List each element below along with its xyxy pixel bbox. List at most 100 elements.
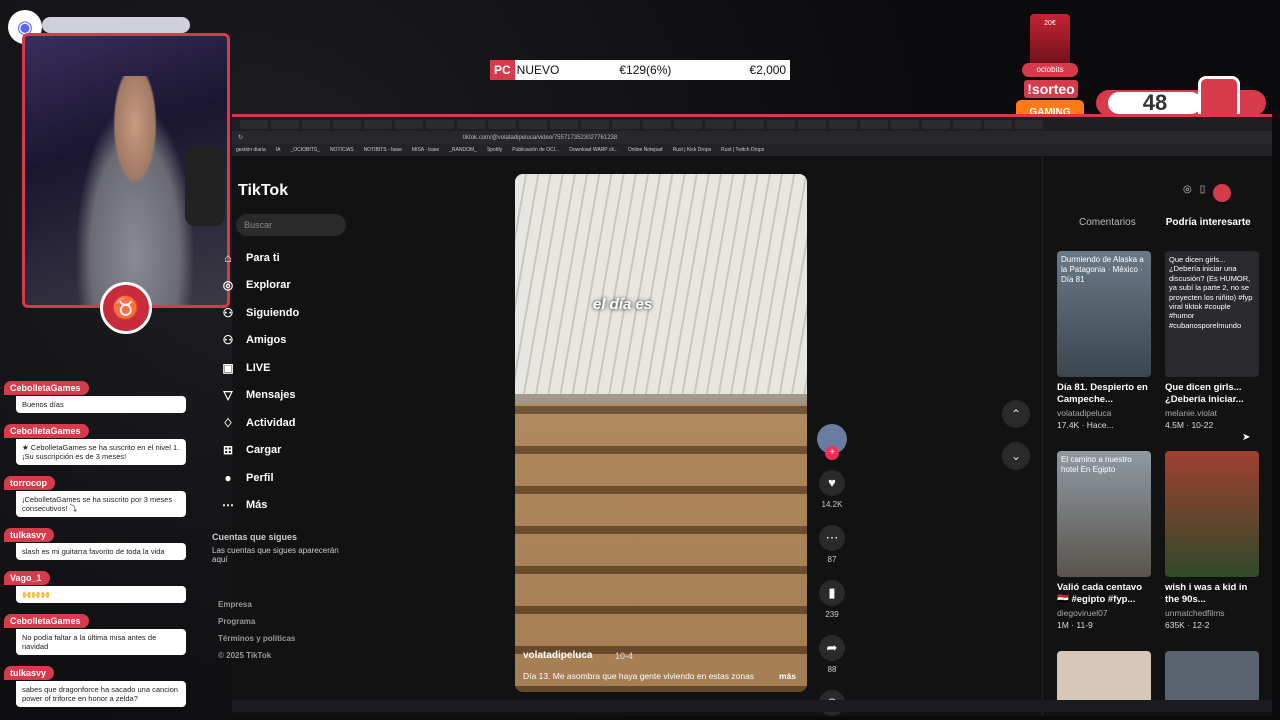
footer-link[interactable]: Términos y políticas <box>218 630 295 647</box>
chat-text: sabes que dragonforce ha sacado una canc… <box>16 681 186 707</box>
more-button[interactable]: más <box>779 671 796 681</box>
bookmark[interactable]: Publicación de OCI... <box>512 147 559 153</box>
tab-suggestions[interactable]: Podría interesarte <box>1166 217 1251 228</box>
browser-tab[interactable] <box>643 119 671 129</box>
browser-tab[interactable] <box>829 119 857 129</box>
suggested-video-card[interactable]: wish i was a kid in the 90s... unmatched… <box>1165 451 1261 630</box>
tiktok-logo[interactable]: TikTok <box>238 182 288 200</box>
nav-item[interactable]: ⚇ Amigos <box>220 327 360 355</box>
bookmark[interactable]: Spotify <box>487 147 502 153</box>
bookmark[interactable]: MISA - base <box>412 147 439 153</box>
card-title[interactable]: Día 81. Despierto en Campeche... <box>1057 382 1153 406</box>
like-action[interactable]: ♥ 14.2K <box>816 470 848 509</box>
browser-tab[interactable] <box>364 119 392 129</box>
webcam-frame <box>22 33 230 308</box>
comment-icon[interactable]: ⋯ <box>819 525 845 551</box>
bookmark[interactable]: NOTIBITS - base <box>364 147 402 153</box>
video-thumbnail[interactable]: Durmiendo de Alaska a la Patagonia · Méx… <box>1057 251 1151 377</box>
browser-tab[interactable] <box>674 119 702 129</box>
browser-tab[interactable] <box>240 119 268 129</box>
author-avatar[interactable]: + <box>817 424 847 460</box>
browser-tab[interactable] <box>519 119 547 129</box>
card-user[interactable]: volatadipeluca <box>1057 408 1153 418</box>
card-title[interactable]: Valió cada centavo 🇪🇬 #egipto #fyp... <box>1057 582 1153 606</box>
chevron-up-icon[interactable]: ⌃ <box>1002 400 1030 428</box>
bookmark[interactable]: _OCIOBITS_ <box>290 147 319 153</box>
browser-tab[interactable] <box>984 119 1012 129</box>
nav-item[interactable]: ▣ LIVE <box>220 354 360 382</box>
save-action[interactable]: ▮ 239 <box>816 580 848 619</box>
url-text[interactable]: tiktok.com/@volatadipeluca/video/7557173… <box>463 135 617 141</box>
reload-icon[interactable]: ↻ <box>238 134 243 141</box>
browser-tab[interactable] <box>736 119 764 129</box>
card-user[interactable]: melanie.violat <box>1165 408 1261 418</box>
browser-tab[interactable] <box>302 119 330 129</box>
tab-comments[interactable]: Comentarios <box>1079 217 1136 228</box>
browser-tab[interactable] <box>705 119 733 129</box>
browser-tab[interactable] <box>612 119 640 129</box>
comment-action[interactable]: ⋯ 87 <box>816 525 848 564</box>
card-title[interactable]: Que dicen girls... ¿Debería iniciar... <box>1165 382 1261 406</box>
browser-tab[interactable] <box>798 119 826 129</box>
footer-link[interactable]: Empresa <box>218 596 295 613</box>
browser-tab[interactable] <box>1015 119 1043 129</box>
device-icon[interactable]: ▯ <box>1200 184 1206 202</box>
nav-item[interactable]: ⋯ Más <box>220 492 360 520</box>
video-thumbnail[interactable] <box>1165 451 1259 577</box>
browser-tab-strip[interactable] <box>232 117 1272 131</box>
heart-icon[interactable]: ♥ <box>819 470 845 496</box>
browser-tab[interactable] <box>953 119 981 129</box>
browser-tab[interactable] <box>333 119 361 129</box>
follow-plus-icon[interactable]: + <box>825 446 839 460</box>
user-avatar[interactable] <box>1213 184 1232 202</box>
bookmark[interactable]: Rust | Twitch Drops <box>721 147 764 153</box>
mouse-cursor-icon: ➤ <box>1242 432 1251 443</box>
browser-tab[interactable] <box>922 119 950 129</box>
suggested-video-card[interactable]: El camino a nuestro hotel En Egipto Vali… <box>1057 451 1153 630</box>
browser-tab[interactable] <box>550 119 578 129</box>
bookmark[interactable]: NOTICIAS <box>330 147 354 153</box>
browser-tab[interactable] <box>767 119 795 129</box>
video-player[interactable]: el día es volatadipeluca 10-4 Día 13. Me… <box>515 174 807 692</box>
search-input[interactable]: Buscar <box>236 214 346 236</box>
bookmark[interactable]: Online Notepad <box>628 147 663 153</box>
browser-tab[interactable] <box>426 119 454 129</box>
card-title[interactable]: wish i was a kid in the 90s... <box>1165 582 1261 606</box>
address-bar[interactable]: ↻ tiktok.com/@volatadipeluca/video/75571… <box>232 131 1272 144</box>
card-user[interactable]: diegoviruel07 <box>1057 608 1153 618</box>
suggested-video-card[interactable]: Que dicen girls... ¿Debería iniciar una … <box>1165 251 1261 430</box>
footer-link[interactable]: Programa <box>218 613 295 630</box>
compass-icon[interactable]: ◎ <box>1183 184 1192 202</box>
nav-item[interactable]: ⊞ Cargar <box>220 437 360 465</box>
nav-item[interactable]: ● Perfil <box>220 464 360 492</box>
bookmark[interactable]: IA <box>276 147 281 153</box>
video-author[interactable]: volatadipeluca <box>523 650 592 661</box>
bookmark[interactable]: gestión diaria <box>236 147 266 153</box>
share-icon[interactable]: ➦ <box>819 635 845 661</box>
nav-item[interactable]: ⚇ Siguiendo <box>220 299 360 327</box>
nav-item[interactable]: ◎ Explorar <box>220 272 360 300</box>
browser-tab[interactable] <box>860 119 888 129</box>
nav-item[interactable]: ▽ Mensajes <box>220 382 360 410</box>
bookmark[interactable]: _RANDOM_ <box>449 147 477 153</box>
activity-icon: ♢ <box>222 415 234 430</box>
browser-tab[interactable] <box>457 119 485 129</box>
nav-item[interactable]: ⌂ Para ti <box>220 244 360 272</box>
video-nav: ⌃ ⌄ <box>1002 400 1030 484</box>
browser-tab[interactable] <box>271 119 299 129</box>
bookmark-icon[interactable]: ▮ <box>819 580 845 606</box>
suggested-video-card[interactable]: Durmiendo de Alaska a la Patagonia · Méx… <box>1057 251 1153 430</box>
browser-tab[interactable] <box>395 119 423 129</box>
card-user[interactable]: unmatchedfilms <box>1165 608 1261 618</box>
share-action[interactable]: ➦ 88 <box>816 635 848 674</box>
video-thumbnail[interactable]: Que dicen girls... ¿Debería iniciar una … <box>1165 251 1259 377</box>
chevron-down-icon[interactable]: ⌄ <box>1002 442 1030 470</box>
browser-tab[interactable] <box>488 119 516 129</box>
browser-tab[interactable] <box>891 119 919 129</box>
browser-tab[interactable] <box>581 119 609 129</box>
video-thumbnail[interactable]: El camino a nuestro hotel En Egipto <box>1057 451 1151 577</box>
bookmark[interactable]: Rust | Kick Drops <box>673 147 712 153</box>
bookmark[interactable]: Download WARP cli... <box>569 147 618 153</box>
browser-window: ↻ tiktok.com/@volatadipeluca/video/75571… <box>212 114 1272 716</box>
nav-item[interactable]: ♢ Actividad <box>220 409 360 437</box>
